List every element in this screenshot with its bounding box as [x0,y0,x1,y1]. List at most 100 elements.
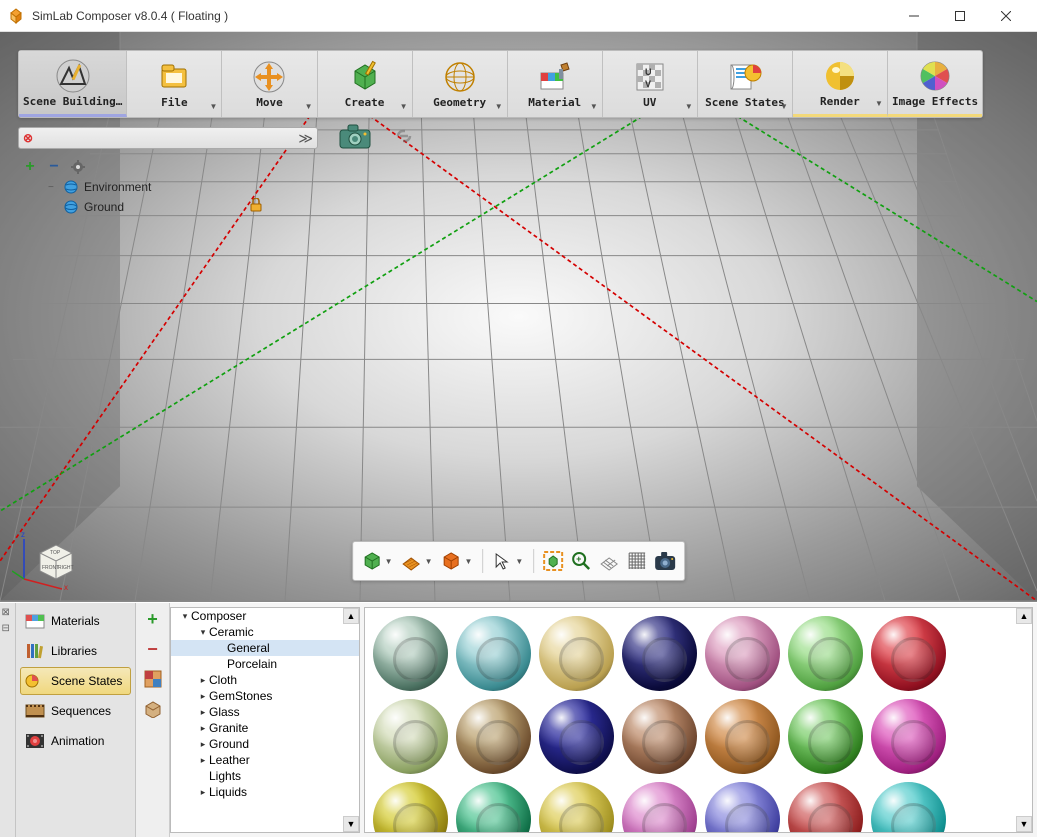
ribbon-create[interactable]: Create ▼ [318,51,413,117]
asset-tree-item[interactable]: ▸Granite [171,720,359,736]
ribbon-file[interactable]: File ▼ [127,51,222,117]
expand-icon[interactable]: ▸ [197,739,209,750]
grid-dense-icon[interactable] [624,548,650,574]
scroll-up-icon[interactable]: ▲ [343,608,359,624]
chevron-down-icon[interactable]: ▼ [425,557,433,566]
material-sphere[interactable] [871,699,946,774]
asset-tree-item[interactable]: ▸Liquids [171,784,359,800]
wireframe-plane-icon[interactable] [596,548,622,574]
asset-tree-item[interactable]: ▸Leather [171,752,359,768]
collapse-panel-icon[interactable]: ⊟ [2,623,14,635]
minimize-button[interactable] [891,0,937,32]
material-sphere[interactable] [539,782,614,833]
tab-animation[interactable]: Animation [20,727,131,755]
material-sphere[interactable] [788,699,863,774]
tab-materials[interactable]: Materials [20,607,131,635]
expand-icon[interactable]: ▾ [179,611,191,622]
material-sphere[interactable] [373,699,448,774]
box-open-icon[interactable] [143,699,163,719]
material-sphere[interactable] [539,616,614,691]
asset-tree-item[interactable]: ▸Cloth [171,672,359,688]
expand-icon[interactable]: ▸ [197,755,209,766]
asset-tree-item[interactable]: ▾Ceramic [171,624,359,640]
asset-tree[interactable]: ▲ ▼ ▾Composer▾CeramicGeneralPorcelain▸Cl… [170,607,360,833]
ribbon-material[interactable]: Material ▼ [508,51,603,117]
zoom-fit-icon[interactable]: + [568,548,594,574]
material-sphere[interactable] [373,616,448,691]
material-sphere[interactable] [622,699,697,774]
expand-icon[interactable]: ▾ [197,627,209,638]
ribbon-render[interactable]: Render ▼ [793,51,888,117]
expand-search-icon[interactable]: ≫ [298,130,313,147]
ribbon-image-effects[interactable]: Image Effects [888,51,982,117]
material-sphere[interactable] [622,616,697,691]
material-sphere[interactable] [705,782,780,833]
ribbon-scene-states[interactable]: Scene States ▼ [698,51,793,117]
asset-tree-item[interactable]: ▸Ground [171,736,359,752]
link-icon[interactable] [390,122,424,152]
chevron-down-icon[interactable]: ▼ [515,557,523,566]
add-icon[interactable]: + [22,159,38,175]
remove-asset-icon[interactable]: − [143,639,163,659]
expand-icon[interactable]: ▸ [197,723,209,734]
material-sphere[interactable] [539,699,614,774]
tree-item-environment[interactable]: − Environment [18,178,278,196]
asset-tree-item[interactable]: ▾Composer [171,608,359,624]
asset-grid[interactable]: ▲ ▼ [364,607,1033,833]
material-sphere[interactable] [788,782,863,833]
scroll-up-icon[interactable]: ▲ [1016,608,1032,624]
asset-tree-item[interactable]: Lights [171,768,359,784]
tab-scene-states[interactable]: Scene States [20,667,131,695]
ribbon-scene-building[interactable]: Scene Building… [19,51,127,117]
gear-icon[interactable] [70,159,86,175]
maximize-button[interactable] [937,0,983,32]
remove-icon[interactable]: − [46,159,62,175]
tab-libraries[interactable]: Libraries [20,637,131,665]
material-sphere[interactable] [871,782,946,833]
material-sphere[interactable] [788,616,863,691]
expand-icon[interactable]: ▸ [197,787,209,798]
close-panel-icon[interactable]: ⊠ [2,607,14,619]
expand-icon[interactable]: ▸ [197,707,209,718]
asset-tree-item[interactable]: ▸GemStones [171,688,359,704]
chevron-down-icon: ▼ [400,102,408,111]
select-cursor-icon[interactable] [489,548,515,574]
asset-tree-item[interactable]: General [171,640,359,656]
material-sphere[interactable] [456,616,531,691]
expand-icon[interactable]: ▸ [197,675,209,686]
scene-search-bar[interactable]: ⊗ ≫ [18,127,318,149]
camera-dark-icon[interactable] [652,548,678,574]
material-sphere[interactable] [705,699,780,774]
swatch-icon[interactable] [143,669,163,689]
camera-icon[interactable] [338,122,372,152]
ribbon-uv[interactable]: UV UV ▼ [603,51,698,117]
tree-item-ground[interactable]: Ground [18,196,278,217]
tab-sequences[interactable]: Sequences [20,697,131,725]
asset-tree-item[interactable]: ▸Glass [171,704,359,720]
fit-view-icon[interactable] [540,548,566,574]
material-sphere[interactable] [871,616,946,691]
material-sphere[interactable] [373,782,448,833]
asset-tree-item[interactable]: Porcelain [171,656,359,672]
material-sphere[interactable] [705,616,780,691]
scroll-down-icon[interactable]: ▼ [1016,816,1032,832]
close-button[interactable] [983,0,1029,32]
chevron-down-icon[interactable]: ▼ [465,557,473,566]
lock-icon[interactable] [250,198,262,215]
add-asset-icon[interactable]: + [143,609,163,629]
viewport-3d[interactable]: Scene Building… File ▼ Move ▼ Create ▼ G… [0,32,1037,602]
plane-orange-icon[interactable] [399,548,425,574]
material-sphere[interactable] [456,782,531,833]
scroll-down-icon[interactable]: ▼ [343,816,359,832]
chevron-down-icon[interactable]: ▼ [385,557,393,566]
expand-icon[interactable]: ▸ [197,691,209,702]
clear-search-icon[interactable]: ⊗ [23,131,37,145]
cube-green-icon[interactable] [359,548,385,574]
view-cube[interactable]: z x TOP FRONT RIGHT [12,511,82,591]
ribbon-geometry[interactable]: Geometry ▼ [413,51,508,117]
ribbon-move[interactable]: Move ▼ [222,51,317,117]
expand-icon[interactable]: − [48,182,58,193]
material-sphere[interactable] [622,782,697,833]
cube-orange-icon[interactable] [439,548,465,574]
material-sphere[interactable] [456,699,531,774]
